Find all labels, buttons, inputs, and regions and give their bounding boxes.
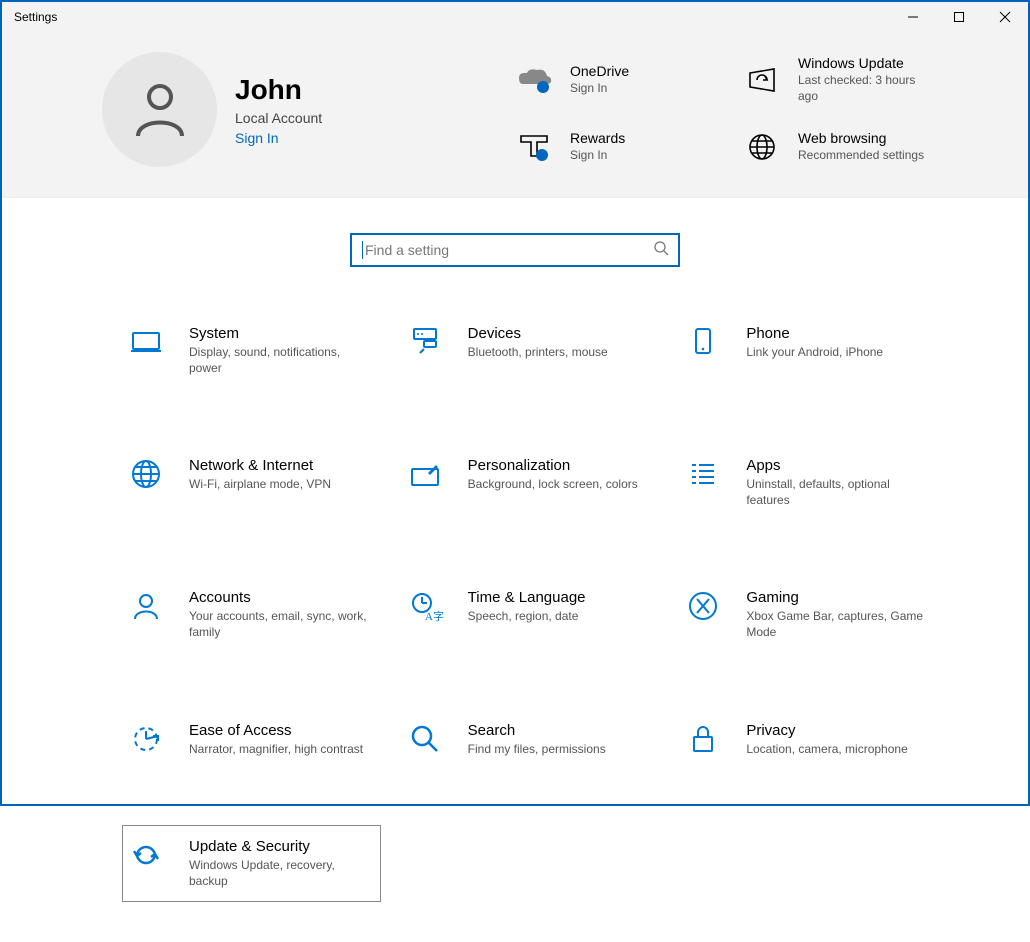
category-sub: Bluetooth, printers, mouse bbox=[468, 345, 608, 361]
category-sub: Link your Android, iPhone bbox=[746, 345, 883, 361]
category-time-language[interactable]: Time & Language Speech, region, date bbox=[401, 576, 660, 653]
apps-icon bbox=[688, 459, 730, 489]
category-network-internet[interactable]: Network & Internet Wi-Fi, airplane mode, … bbox=[122, 444, 381, 521]
security-icon bbox=[131, 840, 173, 870]
category-sub: Speech, region, date bbox=[468, 609, 586, 625]
category-gaming[interactable]: Gaming Xbox Game Bar, captures, Game Mode bbox=[679, 576, 938, 653]
category-apps[interactable]: Apps Uninstall, defaults, optional featur… bbox=[679, 444, 938, 521]
categories-grid: System Display, sound, notifications, pow… bbox=[2, 312, 1028, 942]
category-title: Update & Security bbox=[189, 838, 372, 855]
search-icon bbox=[410, 724, 452, 754]
tile-sub: Sign In bbox=[570, 148, 625, 164]
text-caret bbox=[362, 241, 363, 259]
tile-onedrive[interactable]: OneDrive Sign In bbox=[512, 52, 710, 107]
category-phone[interactable]: Phone Link your Android, iPhone bbox=[679, 312, 938, 389]
category-sub: Xbox Game Bar, captures, Game Mode bbox=[746, 609, 929, 640]
category-sub: Your accounts, email, sync, work, family bbox=[189, 609, 372, 640]
window-controls bbox=[890, 2, 1028, 32]
category-title: Accounts bbox=[189, 589, 372, 606]
tile-sub: Recommended settings bbox=[798, 148, 924, 164]
gaming-icon bbox=[688, 591, 730, 621]
privacy-icon bbox=[688, 724, 730, 754]
account-signin-link[interactable]: Sign In bbox=[235, 130, 322, 146]
tile-rewards[interactable]: Rewards Sign In bbox=[512, 127, 710, 167]
close-button[interactable] bbox=[982, 2, 1028, 32]
category-title: Devices bbox=[468, 325, 608, 342]
category-sub: Narrator, magnifier, high contrast bbox=[189, 742, 363, 758]
ease-icon bbox=[131, 724, 173, 754]
tile-title: Rewards bbox=[570, 130, 625, 146]
category-sub: Location, camera, microphone bbox=[746, 742, 907, 758]
category-title: Personalization bbox=[468, 457, 638, 474]
network-icon bbox=[131, 459, 173, 489]
category-title: Privacy bbox=[746, 722, 907, 739]
search-input[interactable] bbox=[365, 242, 654, 258]
tile-title: Windows Update bbox=[798, 55, 938, 71]
category-sub: Display, sound, notifications, power bbox=[189, 345, 372, 376]
tile-title: Web browsing bbox=[798, 130, 924, 146]
category-title: Time & Language bbox=[468, 589, 586, 606]
category-sub: Uninstall, defaults, optional features bbox=[746, 477, 929, 508]
category-privacy[interactable]: Privacy Location, camera, microphone bbox=[679, 709, 938, 771]
category-update-security[interactable]: Update & Security Windows Update, recover… bbox=[122, 825, 381, 902]
accounts-icon bbox=[131, 591, 173, 621]
time-icon bbox=[410, 591, 452, 621]
hero-tiles: OneDrive Sign In Windows Update Last che… bbox=[512, 52, 998, 167]
devices-icon bbox=[410, 327, 452, 357]
system-icon bbox=[131, 327, 173, 357]
tile-web-browsing[interactable]: Web browsing Recommended settings bbox=[740, 127, 938, 167]
account-hero: John Local Account Sign In OneDrive Sign… bbox=[2, 32, 1028, 198]
category-devices[interactable]: Devices Bluetooth, printers, mouse bbox=[401, 312, 660, 389]
search-section bbox=[2, 198, 1028, 312]
category-sub: Wi-Fi, airplane mode, VPN bbox=[189, 477, 331, 493]
minimize-button[interactable] bbox=[890, 2, 936, 32]
globe-icon bbox=[740, 133, 784, 161]
category-title: Gaming bbox=[746, 589, 929, 606]
titlebar: Settings bbox=[2, 2, 1028, 32]
category-search[interactable]: Search Find my files, permissions bbox=[401, 709, 660, 771]
category-title: Apps bbox=[746, 457, 929, 474]
category-title: Search bbox=[468, 722, 606, 739]
search-box[interactable] bbox=[350, 233, 680, 267]
maximize-button[interactable] bbox=[936, 2, 982, 32]
category-title: Network & Internet bbox=[189, 457, 331, 474]
window-title: Settings bbox=[14, 10, 890, 24]
category-system[interactable]: System Display, sound, notifications, pow… bbox=[122, 312, 381, 389]
category-title: Phone bbox=[746, 325, 883, 342]
search-icon bbox=[654, 241, 668, 260]
onedrive-icon bbox=[512, 66, 556, 94]
rewards-icon bbox=[512, 132, 556, 162]
tile-title: OneDrive bbox=[570, 63, 629, 79]
tile-sub: Sign In bbox=[570, 81, 629, 97]
personalization-icon bbox=[410, 459, 452, 489]
category-sub: Background, lock screen, colors bbox=[468, 477, 638, 493]
category-title: Ease of Access bbox=[189, 722, 363, 739]
category-ease-of-access[interactable]: Ease of Access Narrator, magnifier, high … bbox=[122, 709, 381, 771]
account-block[interactable]: John Local Account Sign In bbox=[102, 52, 482, 167]
category-title: System bbox=[189, 325, 372, 342]
category-sub: Find my files, permissions bbox=[468, 742, 606, 758]
account-name: John bbox=[235, 74, 322, 106]
phone-icon bbox=[688, 327, 730, 357]
category-accounts[interactable]: Accounts Your accounts, email, sync, work… bbox=[122, 576, 381, 653]
update-icon bbox=[740, 67, 784, 93]
category-sub: Windows Update, recovery, backup bbox=[189, 858, 372, 889]
avatar-icon bbox=[102, 52, 217, 167]
category-personalization[interactable]: Personalization Background, lock screen, … bbox=[401, 444, 660, 521]
tile-sub: Last checked: 3 hours ago bbox=[798, 73, 938, 104]
account-type: Local Account bbox=[235, 110, 322, 126]
tile-windows-update[interactable]: Windows Update Last checked: 3 hours ago bbox=[740, 52, 938, 107]
